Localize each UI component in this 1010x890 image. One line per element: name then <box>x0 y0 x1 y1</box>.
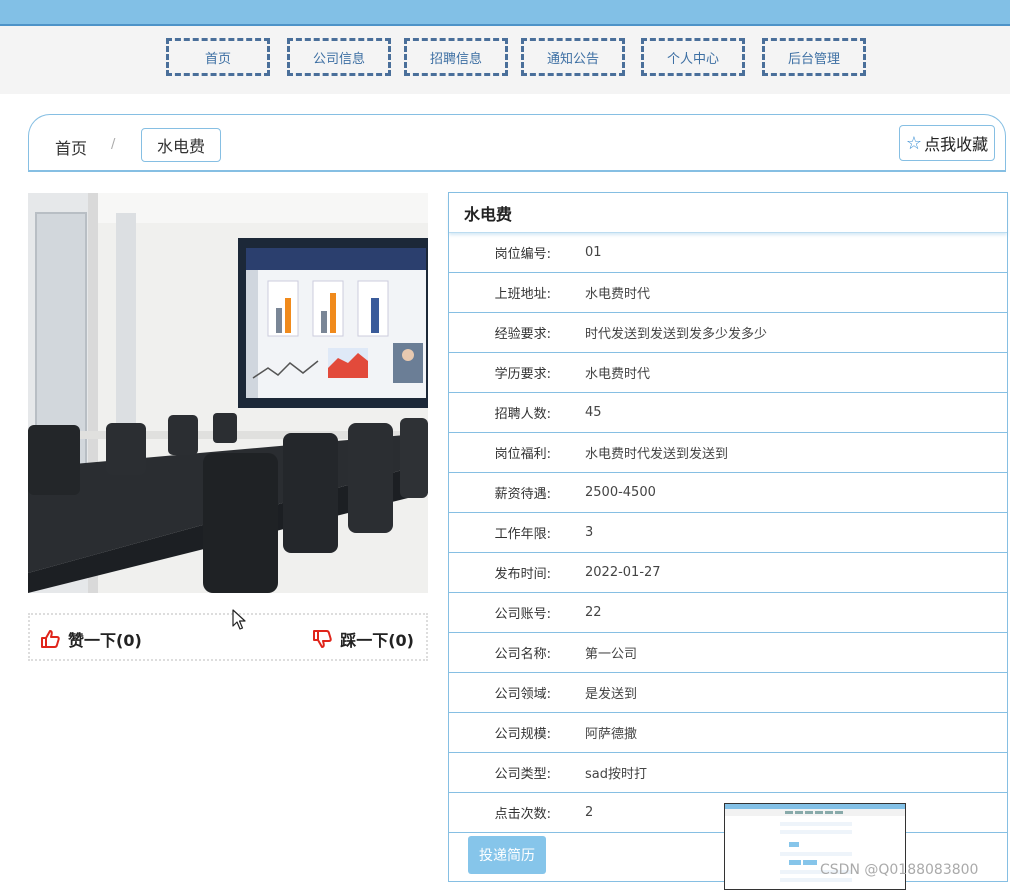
favorite-label: 点我收藏 <box>924 135 989 154</box>
nav-personal-center[interactable]: 个人中心 <box>641 38 745 76</box>
detail-row: 经验要求: 时代发送到发送到发多少发多少 <box>449 313 1007 353</box>
nav-notices[interactable]: 通知公告 <box>521 38 625 76</box>
job-detail-panel: 水电费 岗位编号: 01 上班地址: 水电费时代 经验要求: 时代发送到发送到发多少发… <box>448 192 1008 882</box>
like-button[interactable]: 赞一下(0) <box>40 627 142 651</box>
field-value: 45 <box>585 405 602 420</box>
field-value: 2500-4500 <box>585 485 656 500</box>
top-bar <box>0 0 1010 26</box>
field-label: 公司类型: <box>494 767 551 782</box>
thumbs-up-icon <box>41 630 60 648</box>
field-label: 公司账号: <box>494 607 551 622</box>
field-label: 学历要求: <box>494 367 551 382</box>
dislike-label: 踩一下(0) <box>340 631 414 650</box>
nav-job-info[interactable]: 招聘信息 <box>404 38 508 76</box>
detail-row: 公司名称: 第一公司 <box>449 633 1007 673</box>
nav-home[interactable]: 首页 <box>166 38 270 76</box>
detail-row: 公司账号: 22 <box>449 593 1007 633</box>
detail-row: 发布时间: 2022-01-27 <box>449 553 1007 593</box>
detail-row: 学历要求: 水电费时代 <box>449 353 1007 393</box>
field-value: 水电费时代 <box>585 287 651 302</box>
field-label: 工作年限: <box>494 527 551 542</box>
vote-box: 赞一下(0) 踩一下(0) <box>28 613 428 661</box>
thumbs-down-icon <box>313 630 332 648</box>
mouse-cursor-icon <box>232 609 246 630</box>
field-value: sad按时打 <box>585 767 647 782</box>
detail-row: 上班地址: 水电费时代 <box>449 273 1007 313</box>
field-label: 发布时间: <box>494 567 551 582</box>
field-value: 2022-01-27 <box>585 565 661 580</box>
field-label: 岗位福利: <box>494 447 551 462</box>
field-value: 时代发送到发送到发多少发多少 <box>585 327 768 342</box>
field-value: 水电费时代发送到发送到 <box>585 447 729 462</box>
star-outline-icon: ☆ <box>905 132 923 154</box>
job-photo <box>28 193 428 593</box>
detail-row: 公司类型: sad按时打 <box>449 753 1007 793</box>
breadcrumb-current: 水电费 <box>141 128 221 162</box>
field-value: 3 <box>585 525 594 540</box>
field-value: 水电费时代 <box>585 367 651 382</box>
main-nav: 首页 公司信息 招聘信息 通知公告 个人中心 后台管理 <box>0 26 1010 94</box>
field-label: 岗位编号: <box>494 247 551 262</box>
field-value: 2 <box>585 805 594 820</box>
watermark: CSDN @Q0188083800 <box>820 862 979 878</box>
favorite-button[interactable]: ☆ 点我收藏 <box>899 125 995 161</box>
breadcrumb-separator: / <box>111 137 116 152</box>
detail-row: 薪资待遇: 2500-4500 <box>449 473 1007 513</box>
detail-row: 公司领域: 是发送到 <box>449 673 1007 713</box>
field-label: 经验要求: <box>494 327 551 342</box>
breadcrumb: 首页 / 水电费 ☆ 点我收藏 <box>28 114 1006 172</box>
field-value: 22 <box>585 605 602 620</box>
field-value: 阿萨德撒 <box>585 727 638 742</box>
field-value: 第一公司 <box>585 647 638 662</box>
nav-admin[interactable]: 后台管理 <box>762 38 866 76</box>
dislike-button[interactable]: 踩一下(0) <box>312 627 414 651</box>
apply-resume-button[interactable]: 投递简历 <box>468 836 546 874</box>
detail-row: 岗位福利: 水电费时代发送到发送到 <box>449 433 1007 473</box>
field-value: 01 <box>585 245 602 260</box>
detail-row: 招聘人数: 45 <box>449 393 1007 433</box>
detail-row: 公司规模: 阿萨德撒 <box>449 713 1007 753</box>
detail-row: 工作年限: 3 <box>449 513 1007 553</box>
field-label: 公司规模: <box>494 727 551 742</box>
detail-row: 岗位编号: 01 <box>449 233 1007 273</box>
field-label: 薪资待遇: <box>494 487 551 502</box>
field-label: 公司领域: <box>494 687 551 702</box>
field-label: 公司名称: <box>494 647 551 662</box>
field-value: 是发送到 <box>585 687 638 702</box>
field-label: 招聘人数: <box>494 407 551 422</box>
field-label: 上班地址: <box>494 287 551 302</box>
job-title: 水电费 <box>449 193 1007 233</box>
like-label: 赞一下(0) <box>68 631 142 650</box>
field-label: 点击次数: <box>494 807 551 822</box>
breadcrumb-home[interactable]: 首页 <box>55 135 87 159</box>
nav-company-info[interactable]: 公司信息 <box>287 38 391 76</box>
